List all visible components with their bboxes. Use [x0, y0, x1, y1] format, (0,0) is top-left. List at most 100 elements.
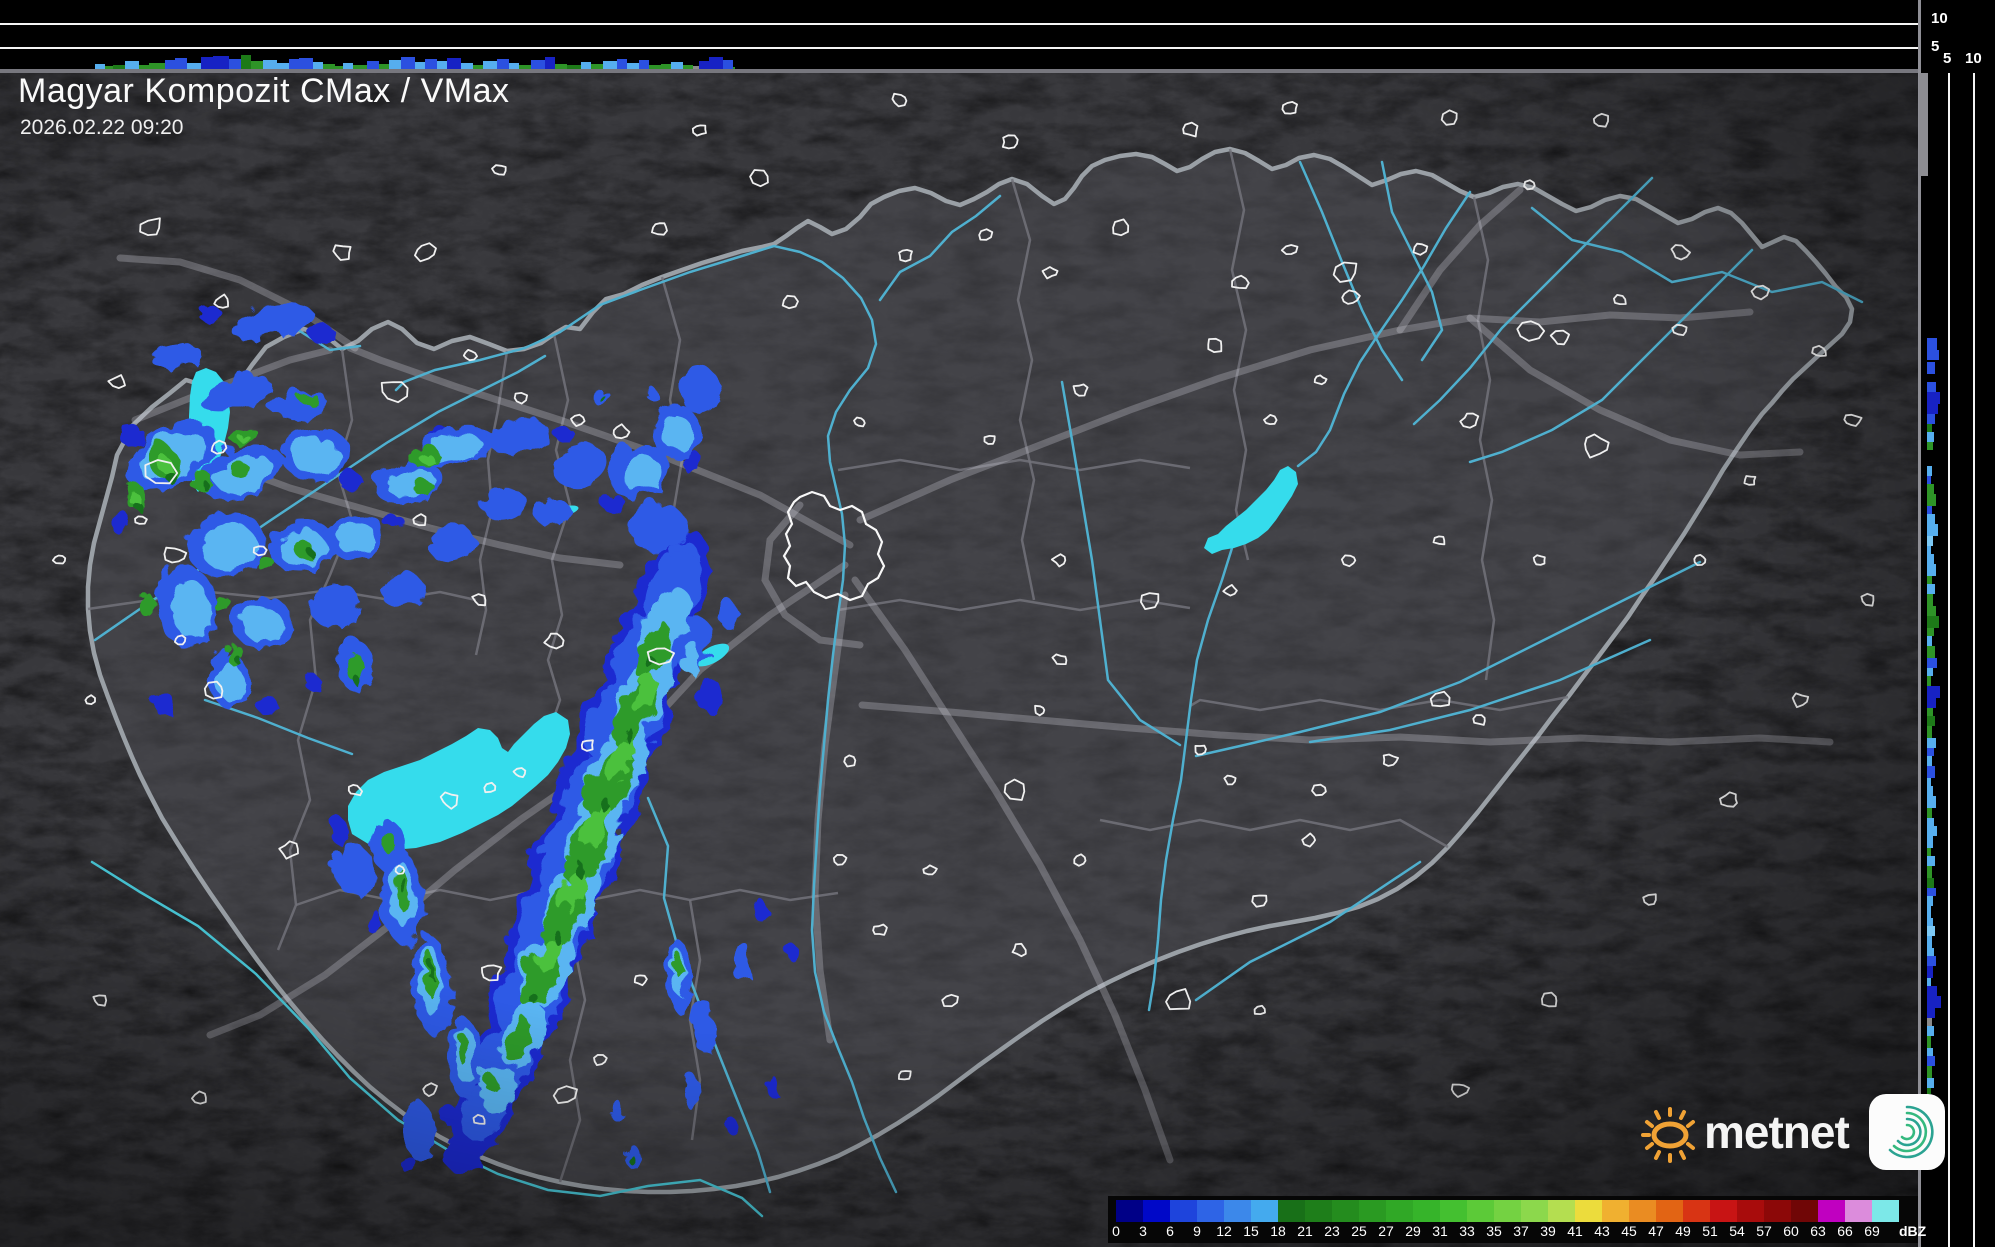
legend-color-cell [1683, 1200, 1710, 1222]
echo-side-bar [1927, 564, 1936, 576]
legend-tick-label: 57 [1756, 1223, 1772, 1239]
hungary-map-svg [0, 73, 1918, 1247]
legend-color-cell [1197, 1200, 1224, 1222]
legend-tick-label: 33 [1459, 1223, 1475, 1239]
echo-side-bar [1927, 716, 1935, 726]
legend-color-cell [1872, 1200, 1899, 1222]
echo-side-bar [1927, 966, 1933, 978]
legend-tick-label: 37 [1513, 1223, 1529, 1239]
legend-color-cell [1116, 1200, 1143, 1222]
echo-top-bar [263, 60, 277, 69]
echo-top-bar [415, 62, 425, 69]
legend-color-cell [1278, 1200, 1305, 1222]
legend-tick-label: 6 [1166, 1223, 1174, 1239]
echo-side-bar [1927, 658, 1937, 668]
echo-side-bar [1927, 628, 1934, 636]
echo-side-bar [1927, 1008, 1935, 1018]
legend-color-cell [1521, 1200, 1548, 1222]
legend-tick-label: 66 [1837, 1223, 1853, 1239]
echo-top-bar [603, 61, 617, 69]
echo-top-bar [639, 60, 649, 69]
echo-side-bar [1927, 536, 1933, 546]
echo-side-bar [1927, 424, 1932, 432]
sun-icon [1641, 1107, 1695, 1163]
echo-top-bar [175, 58, 187, 69]
legend-scale [1116, 1200, 1899, 1222]
legend-tick-label: 69 [1864, 1223, 1880, 1239]
legend-color-cell [1764, 1200, 1791, 1222]
echo-side-bar [1927, 606, 1936, 616]
echo-side-bar [1927, 866, 1932, 878]
right-gridline-10km [1973, 73, 1975, 1247]
legend-color-cell [1737, 1200, 1764, 1222]
echo-top-bar [531, 60, 545, 69]
echo-top-bar [699, 61, 709, 69]
echo-side-bar [1927, 918, 1933, 926]
legend-tick-label: 25 [1351, 1223, 1367, 1239]
echo-top-bar [313, 62, 323, 69]
echo-side-bar [1927, 338, 1937, 350]
legend-color-cell [1386, 1200, 1413, 1222]
echo-side-bar [1927, 796, 1936, 808]
echo-top-bar [497, 59, 509, 69]
legend-tick-label: 43 [1594, 1223, 1610, 1239]
echo-side-bar [1927, 476, 1931, 484]
echo-side-bar [1927, 888, 1936, 896]
right-panel-gray-marker [1919, 73, 1928, 176]
echo-side-bar [1927, 414, 1935, 424]
echo-side-bar [1927, 956, 1936, 966]
echo-top-bar [125, 61, 139, 69]
echo-top-bar [447, 58, 461, 69]
echo-side-bar [1927, 826, 1937, 836]
echo-top-bar [367, 61, 379, 69]
legend-tick-label: 23 [1324, 1223, 1340, 1239]
echo-side-bar [1927, 636, 1932, 646]
legend-tick-label: 51 [1702, 1223, 1718, 1239]
echo-side-bar [1927, 442, 1933, 450]
legend-color-cell [1656, 1200, 1683, 1222]
legend-color-cell [1305, 1200, 1332, 1222]
echo-top-bar [229, 59, 241, 69]
echo-side-bar [1927, 676, 1931, 686]
legend-color-cell [1602, 1200, 1629, 1222]
echo-side-bar [1927, 698, 1936, 708]
echo-top-bar [389, 60, 401, 69]
echo-side-bar [1927, 584, 1935, 594]
metnet-app-icon [1868, 1094, 1945, 1170]
echo-side-bar [1927, 1066, 1932, 1078]
legend-tick-label: 60 [1783, 1223, 1799, 1239]
legend-color-cell [1494, 1200, 1521, 1222]
echo-side-bar [1927, 878, 1934, 888]
spiral-icon [1888, 1105, 1934, 1159]
echo-side-bar [1927, 554, 1934, 564]
legend-color-cell [1629, 1200, 1656, 1222]
echo-side-bar [1927, 546, 1931, 554]
dbz-legend: 0 3 6 9 12 15 18 21 23 25 27 29 31 33 35 37 39 41 43 45 47 49… [1108, 1196, 1926, 1243]
echo-top-bar [545, 57, 555, 69]
echo-side-bar [1927, 362, 1935, 374]
echo-side-bar [1927, 1018, 1932, 1026]
legend-tick-label: 35 [1486, 1223, 1502, 1239]
echo-top-bar [299, 58, 313, 69]
echo-side-bar [1927, 350, 1939, 360]
echo-side-bar [1927, 906, 1931, 918]
legend-tick-label: 3 [1139, 1223, 1147, 1239]
echo-side-bar [1927, 708, 1933, 716]
legend-tick-label: 29 [1405, 1223, 1421, 1239]
legend-color-cell [1251, 1200, 1278, 1222]
echo-top-bar [201, 57, 213, 69]
echo-side-bar [1927, 978, 1931, 986]
legend-tick-label: 45 [1621, 1223, 1637, 1239]
echo-side-bar [1927, 856, 1935, 866]
echo-side-bar [1927, 646, 1935, 658]
echo-side-bar [1927, 576, 1932, 584]
echo-top-bar [425, 59, 437, 69]
echo-side-bar [1927, 748, 1934, 756]
echo-top-bar [401, 57, 415, 69]
top-echo-profile-panel [0, 0, 1918, 69]
echo-top-bar [581, 62, 591, 69]
echo-side-bar [1927, 986, 1937, 996]
radar-map [0, 73, 1918, 1247]
legend-color-cell [1170, 1200, 1197, 1222]
legend-tick-label: 47 [1648, 1223, 1664, 1239]
